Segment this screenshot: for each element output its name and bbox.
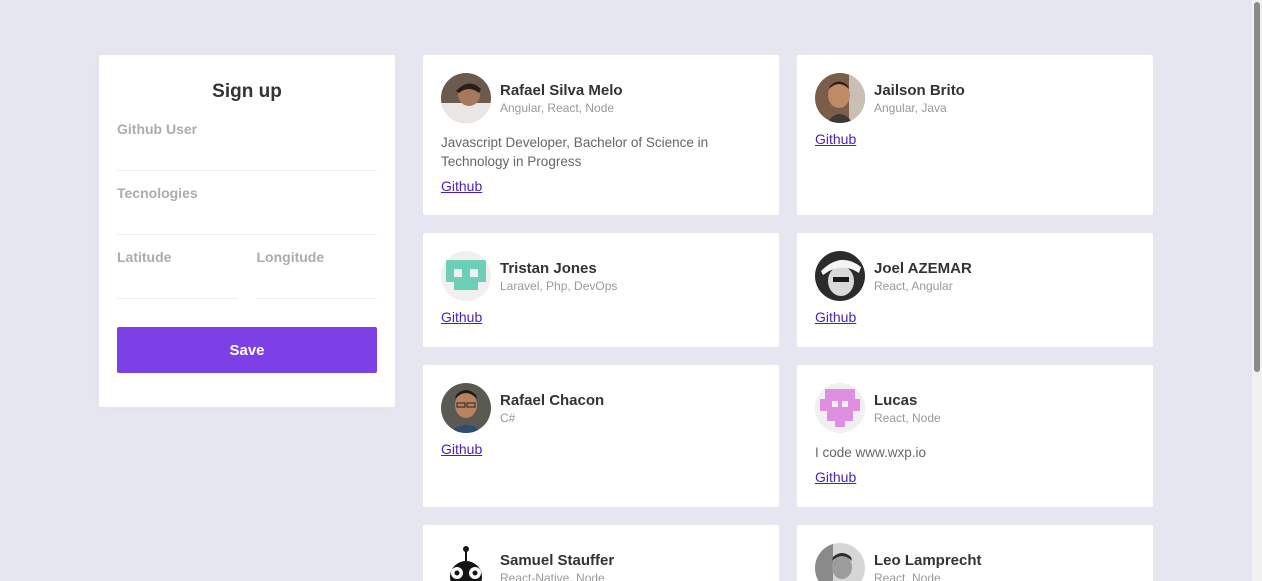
dev-list: Rafael Silva Melo Angular, React, Node J… (423, 55, 1153, 581)
page-layout: Sign up Github User Tecnologies Latitude… (99, 55, 1153, 581)
dev-card: Jailson Brito Angular, Java Github (797, 55, 1153, 215)
github-user-input[interactable] (117, 137, 377, 165)
github-link[interactable]: Github (441, 441, 482, 457)
dev-card: Rafael Chacon C# Github (423, 365, 779, 507)
avatar (815, 251, 865, 301)
vertical-scrollbar[interactable] (1252, 0, 1262, 581)
dev-card-header: Leo Lamprecht React, Node (815, 543, 1135, 581)
techs-input[interactable] (117, 201, 377, 229)
user-techs: React-Native, Node (500, 570, 605, 581)
user-info: Jailson Brito Angular, Java (874, 82, 965, 115)
user-bio: I code www.wxp.io (815, 445, 927, 460)
save-button[interactable]: Save (117, 327, 377, 373)
avatar (815, 73, 865, 123)
github-link[interactable]: Github (441, 178, 482, 194)
avatar (441, 73, 491, 123)
dev-card-header: Rafael Silva Melo Angular, React, Node (441, 73, 761, 123)
signup-form: Github User Tecnologies Latitude Longitu… (117, 121, 377, 373)
user-info: Leo Lamprecht React, Node (874, 552, 982, 581)
github-link[interactable]: Github (441, 309, 482, 325)
latitude-field: Latitude (117, 249, 238, 299)
avatar (441, 543, 491, 581)
latitude-input[interactable] (117, 265, 238, 293)
longitude-label: Longitude (256, 249, 325, 265)
github-link[interactable]: Github (815, 309, 856, 325)
signup-title: Sign up (212, 81, 282, 102)
techs-label: Tecnologies (117, 185, 198, 201)
user-name: Samuel Stauffer (500, 551, 615, 569)
user-name: Rafael Chacon (500, 391, 605, 409)
user-bio: Javascript Developer, Bachelor of Scienc… (441, 135, 709, 169)
user-techs: React, Node (874, 410, 941, 425)
dev-card: Samuel Stauffer React-Native, Node (423, 525, 779, 581)
user-techs: Angular, React, Node (500, 100, 615, 115)
github-link[interactable]: Github (815, 131, 856, 147)
dev-card-header: Samuel Stauffer React-Native, Node (441, 543, 761, 581)
user-info: Rafael Chacon C# (500, 392, 604, 425)
user-techs: Laravel, Php, DevOps (500, 278, 618, 293)
user-name: Leo Lamprecht (874, 551, 982, 569)
user-name: Tristan Jones (500, 259, 597, 277)
user-info: Rafael Silva Melo Angular, React, Node (500, 82, 623, 115)
dev-card-header: Lucas React, Node (815, 383, 1135, 433)
avatar (441, 383, 491, 433)
github-user-label: Github User (117, 121, 198, 137)
user-info: Samuel Stauffer React-Native, Node (500, 552, 614, 581)
dev-card: Lucas React, Node I code www.wxp.io Gith… (797, 365, 1153, 507)
dev-card-header: Tristan Jones Laravel, Php, DevOps (441, 251, 761, 301)
latitude-label: Latitude (117, 249, 172, 265)
techs-field: Tecnologies (117, 185, 377, 235)
user-info: Tristan Jones Laravel, Php, DevOps (500, 260, 617, 293)
coords-row: Latitude Longitude (117, 249, 377, 313)
dev-card: Rafael Silva Melo Angular, React, Node J… (423, 55, 779, 215)
user-name: Jailson Brito (874, 81, 965, 99)
dev-card: Leo Lamprecht React, Node (797, 525, 1153, 581)
longitude-input[interactable] (256, 265, 377, 293)
user-info: Joel AZEMAR React, Angular (874, 260, 972, 293)
user-info: Lucas React, Node (874, 392, 941, 425)
user-techs: Angular, Java (874, 100, 947, 115)
user-techs: React, Angular (874, 278, 953, 293)
user-name: Rafael Silva Melo (500, 81, 623, 99)
dev-card-header: Joel AZEMAR React, Angular (815, 251, 1135, 301)
scrollbar-thumb[interactable] (1254, 2, 1260, 372)
dev-card: Tristan Jones Laravel, Php, DevOps Githu… (423, 233, 779, 347)
longitude-field: Longitude (256, 249, 377, 299)
user-techs: React, Node (874, 570, 941, 581)
avatar (441, 251, 491, 301)
dev-card: Joel AZEMAR React, Angular Github (797, 233, 1153, 347)
github-user-field: Github User (117, 121, 377, 171)
user-name: Joel AZEMAR (874, 259, 972, 277)
avatar (815, 383, 865, 433)
user-techs: C# (500, 410, 516, 425)
dev-card-header: Jailson Brito Angular, Java (815, 73, 1135, 123)
avatar (815, 543, 865, 581)
dev-card-header: Rafael Chacon C# (441, 383, 761, 433)
user-name: Lucas (874, 391, 918, 409)
signup-panel: Sign up Github User Tecnologies Latitude… (99, 55, 395, 407)
github-link[interactable]: Github (815, 469, 856, 485)
